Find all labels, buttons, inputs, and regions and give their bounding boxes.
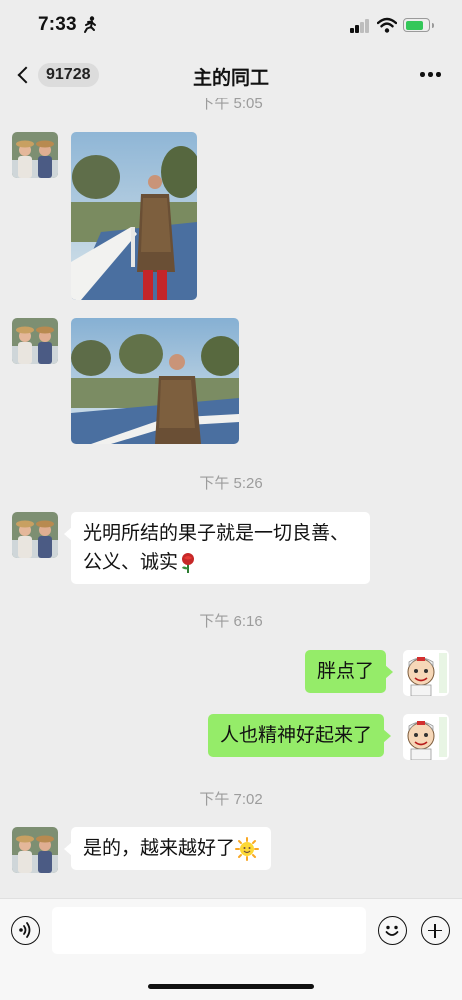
wifi-icon: [377, 17, 397, 33]
ellipsis-icon: [420, 72, 425, 77]
input-bar: [0, 898, 462, 1000]
running-figure-icon: [84, 16, 96, 33]
more-options-button[interactable]: [418, 64, 442, 84]
message-bubble-incoming[interactable]: 光明所结的果子就是一切良善、 公义、诚实: [64, 512, 370, 584]
voice-input-button[interactable]: [11, 916, 40, 945]
timestamp: 下午 5:05: [199, 98, 263, 112]
voice-input-icon: [19, 922, 31, 938]
sender-avatar[interactable]: [12, 512, 58, 558]
home-indicator: [148, 984, 314, 989]
sender-avatar[interactable]: [12, 318, 58, 364]
status-bar: 7:33: [0, 0, 462, 52]
chat-title: 主的同工: [192, 68, 269, 89]
timestamp: 下午 5:26: [199, 475, 263, 492]
my-avatar[interactable]: [403, 714, 449, 760]
sun-icon: [235, 836, 260, 861]
chat-message-list[interactable]: 下午 5:05 下午 5:26 光明所结的果子就是一切良善、 公义、诚实 下午 …: [0, 98, 462, 898]
emoji-face-icon: [385, 925, 399, 936]
message-text: 光明所结的果子就是一切良善、: [83, 523, 350, 544]
timestamp: 下午 6:16: [199, 613, 263, 630]
message-bubble-outgoing[interactable]: 人也精神好起来了: [208, 714, 392, 757]
timestamp: 下午 7:02: [199, 791, 263, 808]
image-message-landscape[interactable]: [71, 318, 239, 444]
sender-avatar[interactable]: [12, 132, 58, 178]
battery-icon: [403, 18, 434, 32]
message-text: 人也精神好起来了: [220, 725, 373, 746]
message-text: 胖点了: [317, 661, 375, 682]
status-time: 7:33: [38, 14, 77, 35]
sender-avatar[interactable]: [12, 827, 58, 873]
message-bubble-incoming[interactable]: 是的，越来越好了: [63, 827, 272, 870]
my-avatar[interactable]: [403, 650, 449, 696]
rose-icon: [182, 552, 195, 573]
cellular-signal-icon: [350, 19, 370, 33]
image-message-portrait[interactable]: [71, 132, 197, 300]
message-input[interactable]: [52, 907, 366, 954]
message-text: 是的，越来越好了: [83, 838, 236, 859]
plus-circle-icon[interactable]: [421, 916, 450, 945]
message-text: 公义、诚实: [83, 548, 358, 577]
nav-bar: 91728 主的同工: [0, 52, 462, 98]
message-bubble-outgoing[interactable]: 胖点了: [305, 650, 394, 693]
emoji-button[interactable]: [378, 916, 407, 945]
